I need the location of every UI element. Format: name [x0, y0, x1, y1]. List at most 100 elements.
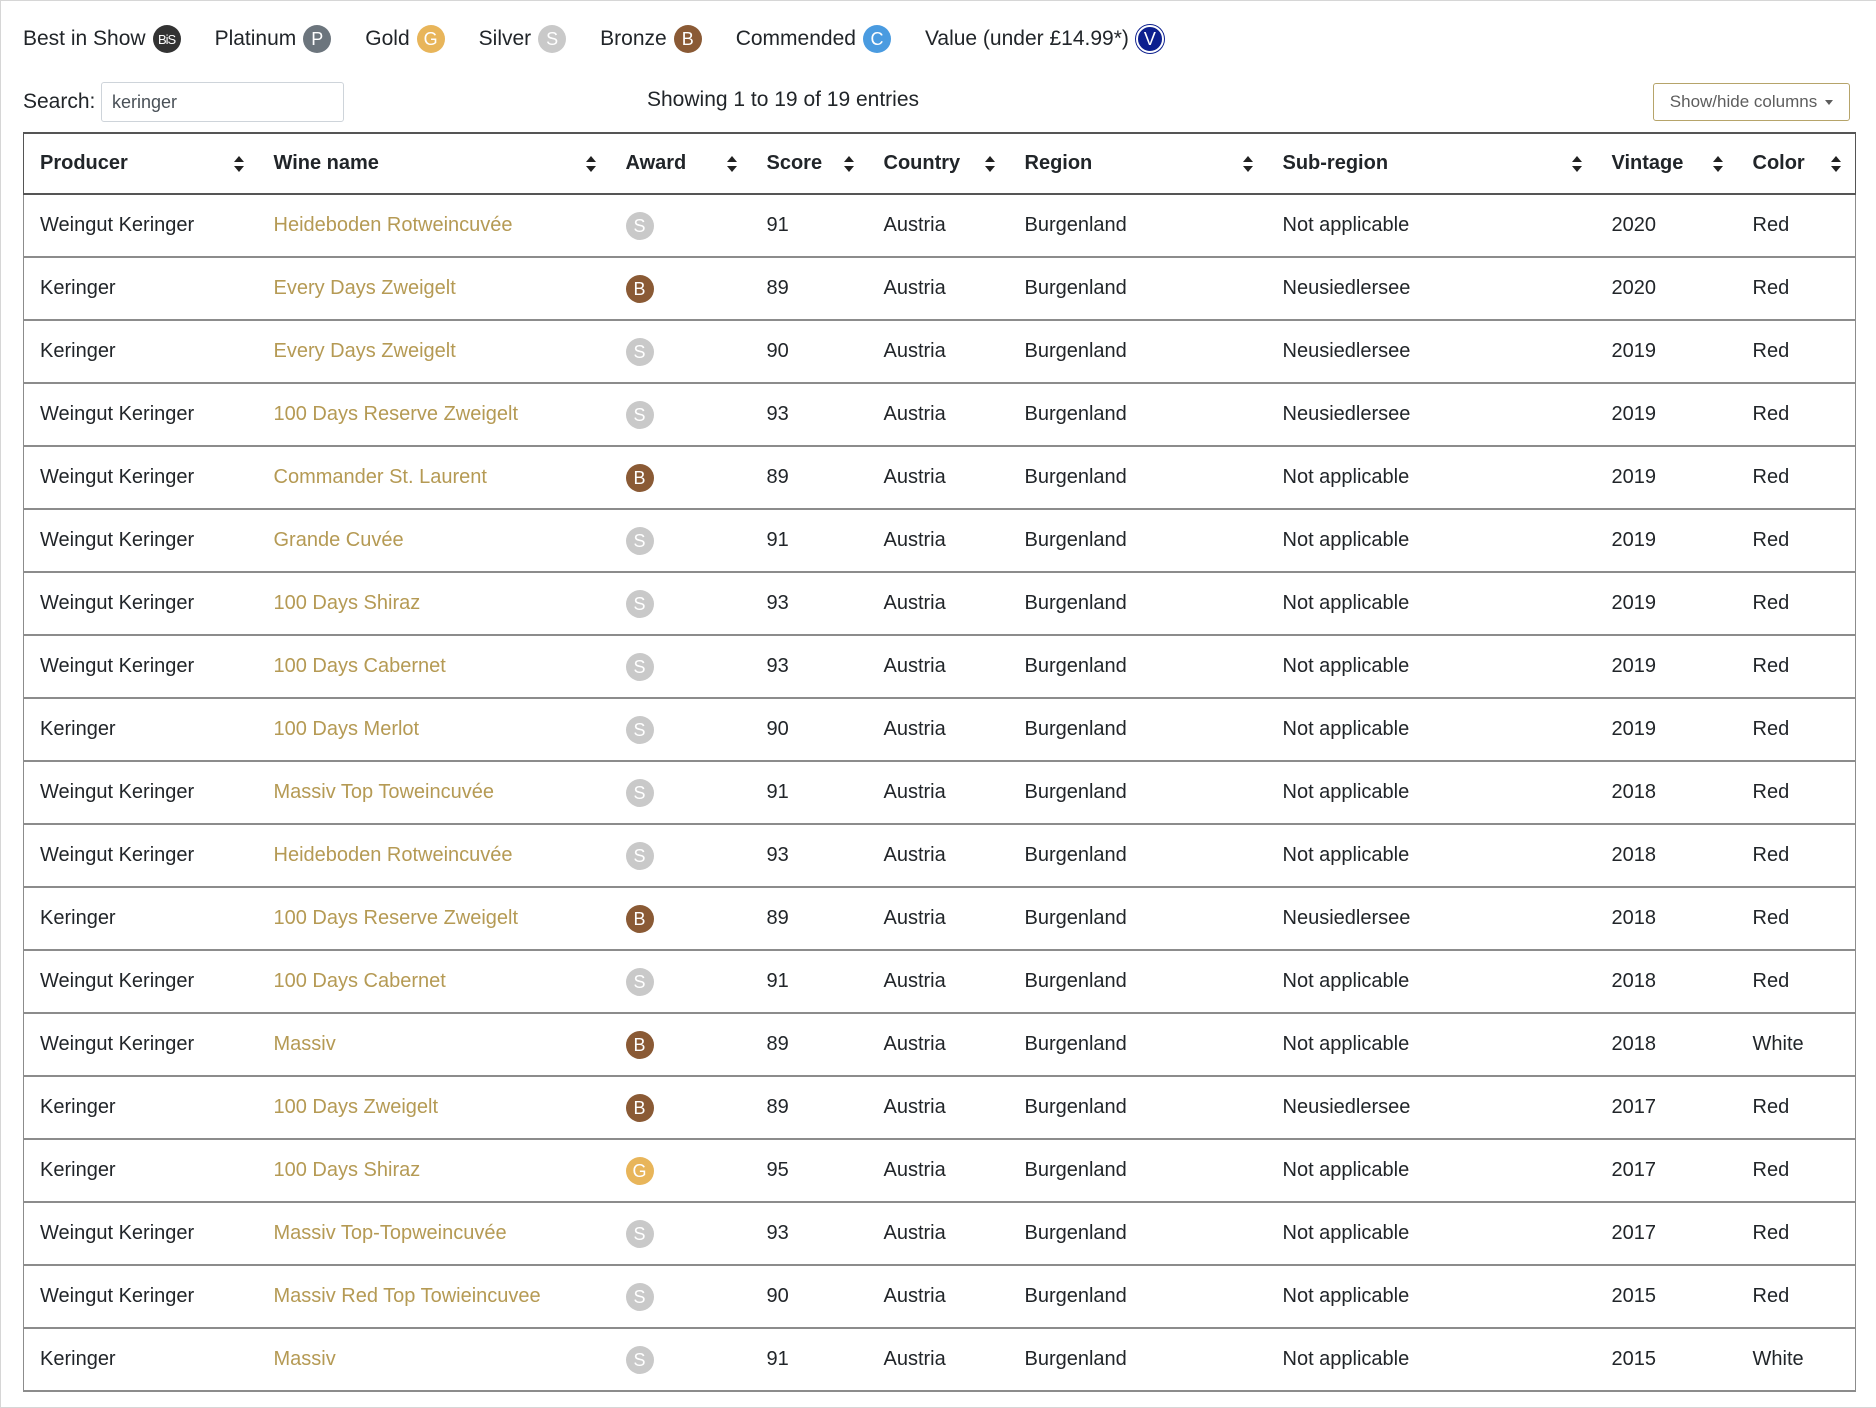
cell-region: Burgenland — [1008, 1202, 1267, 1266]
page-frame: Best in Show BiS Platinum P Gold G Silver S Bron… — [0, 0, 1876, 1408]
cell-subregion: Neusiedlersee — [1266, 320, 1596, 384]
award-badge-icon: B — [625, 1030, 654, 1059]
cell-producer: Keringer — [23, 698, 258, 762]
sort-icon[interactable] — [1831, 155, 1841, 172]
sort-icon[interactable] — [1571, 155, 1582, 172]
cell-score: 93 — [750, 1202, 868, 1266]
column-header[interactable]: Wine name — [257, 132, 610, 195]
cell-score: 89 — [750, 1013, 868, 1077]
wine-name-link[interactable]: Heideboden Rotweincuvée — [274, 214, 513, 236]
cell-region: Burgenland — [1008, 383, 1267, 447]
cell-producer: Weingut Keringer — [23, 635, 258, 699]
cell-wine: 100 Days Merlot — [257, 698, 610, 762]
cell-subregion: Not applicable — [1266, 1265, 1596, 1329]
cell-subregion: Not applicable — [1266, 761, 1596, 825]
wine-results-table: Producer Wine name Award Score Country Region… — [23, 132, 1856, 1392]
cell-color: Red — [1736, 509, 1856, 573]
cell-subregion: Neusiedlersee — [1266, 383, 1596, 447]
sort-icon[interactable] — [843, 155, 854, 172]
wine-name-link[interactable]: Massiv Top-Topweincuvée — [274, 1222, 507, 1244]
column-header[interactable]: Region — [1008, 132, 1267, 195]
wine-name-link[interactable]: Grande Cuvée — [274, 529, 404, 551]
cell-award: G — [609, 1139, 751, 1203]
cell-country: Austria — [867, 1265, 1009, 1329]
column-header[interactable]: Producer — [23, 132, 258, 195]
column-header[interactable]: Score — [750, 132, 868, 195]
cell-color: Red — [1736, 1202, 1856, 1266]
wine-name-link[interactable]: 100 Days Merlot — [274, 718, 420, 740]
table-row: Weingut Keringer Massiv Top Toweincuvée S 9… — [23, 761, 1856, 825]
wine-name-link[interactable]: 100 Days Reserve Zweigelt — [274, 907, 519, 929]
cell-wine: 100 Days Reserve Zweigelt — [257, 383, 610, 447]
cell-score: 91 — [750, 509, 868, 573]
wine-name-link[interactable]: Heideboden Rotweincuvée — [274, 844, 513, 866]
wine-name-link[interactable]: Every Days Zweigelt — [274, 277, 456, 299]
cell-subregion: Not applicable — [1266, 194, 1596, 258]
wine-name-link[interactable]: 100 Days Cabernet — [274, 655, 446, 677]
column-header[interactable]: Sub-region — [1266, 132, 1596, 195]
cell-region: Burgenland — [1008, 194, 1267, 258]
column-header-label: Vintage — [1611, 152, 1684, 174]
show-hide-columns-button[interactable]: Show/hide columns — [1653, 83, 1850, 121]
wine-name-link[interactable]: Every Days Zweigelt — [274, 340, 456, 362]
sort-icon[interactable] — [233, 155, 244, 172]
table-row: Weingut Keringer Massiv Red Top Towieincu… — [23, 1265, 1856, 1329]
wine-name-link[interactable]: Massiv Top Toweincuvée — [274, 781, 495, 803]
wine-name-link[interactable]: 100 Days Reserve Zweigelt — [274, 403, 519, 425]
cell-color: Red — [1736, 383, 1856, 447]
cell-subregion: Neusiedlersee — [1266, 257, 1596, 321]
wine-name-link[interactable]: 100 Days Zweigelt — [274, 1096, 439, 1118]
cell-color: White — [1736, 1328, 1856, 1392]
cell-producer: Weingut Keringer — [23, 194, 258, 258]
cell-producer: Weingut Keringer — [23, 1202, 258, 1266]
wine-name-link[interactable]: 100 Days Shiraz — [274, 592, 421, 614]
cell-region: Burgenland — [1008, 824, 1267, 888]
cell-vintage: 2018 — [1595, 761, 1737, 825]
search-input[interactable] — [101, 82, 344, 122]
cell-score: 93 — [750, 383, 868, 447]
sort-icon[interactable] — [726, 155, 737, 172]
column-header[interactable]: Vintage — [1595, 132, 1737, 195]
table-row: Weingut Keringer 100 Days Shiraz S 93 Austri… — [23, 572, 1856, 636]
cell-vintage: 2017 — [1595, 1076, 1737, 1140]
column-header[interactable]: Country — [867, 132, 1009, 195]
table-row: Weingut Keringer Grande Cuvée S 91 Austria Bu… — [23, 509, 1856, 573]
cell-color: Red — [1736, 446, 1856, 510]
cell-wine: 100 Days Cabernet — [257, 950, 610, 1014]
award-badge-icon: S — [625, 1219, 654, 1248]
wine-name-link[interactable]: Massiv — [274, 1348, 336, 1370]
wine-name-link[interactable]: Massiv — [274, 1033, 336, 1055]
cell-award: S — [609, 509, 751, 573]
wine-name-link[interactable]: Massiv Red Top Towieincuvee — [274, 1285, 541, 1307]
cell-country: Austria — [867, 1328, 1009, 1392]
column-header-label: Color — [1752, 152, 1805, 174]
cell-wine: 100 Days Shiraz — [257, 572, 610, 636]
sort-icon[interactable] — [1242, 155, 1253, 172]
cell-score: 90 — [750, 698, 868, 762]
show-hide-columns-label: Show/hide columns — [1669, 92, 1818, 111]
column-header[interactable]: Award — [609, 132, 751, 195]
wine-name-link[interactable]: 100 Days Shiraz — [274, 1159, 421, 1181]
sort-icon[interactable] — [984, 155, 995, 172]
cell-color: Red — [1736, 698, 1856, 762]
cell-subregion: Not applicable — [1266, 1202, 1596, 1266]
award-badge-icon: S — [625, 652, 654, 681]
award-legend: Best in Show BiS Platinum P Gold G Silver S Bron… — [23, 25, 1198, 53]
sort-icon[interactable] — [1712, 155, 1723, 172]
cell-producer: Weingut Keringer — [23, 950, 258, 1014]
cell-color: Red — [1736, 257, 1856, 321]
cell-country: Austria — [867, 383, 1009, 447]
cell-producer: Keringer — [23, 257, 258, 321]
legend-label: Platinum — [214, 27, 297, 50]
cell-vintage: 2019 — [1595, 572, 1737, 636]
wine-name-link[interactable]: Commander St. Laurent — [274, 466, 487, 488]
cell-score: 89 — [750, 1076, 868, 1140]
award-badge-icon: S — [538, 25, 567, 53]
column-header[interactable]: Color — [1736, 132, 1856, 195]
wine-name-link[interactable]: 100 Days Cabernet — [274, 970, 446, 992]
column-header-label: Producer — [40, 152, 128, 174]
table-row: Keringer 100 Days Merlot S 90 Austria Burgenl… — [23, 698, 1856, 762]
sort-icon[interactable] — [585, 155, 596, 172]
cell-region: Burgenland — [1008, 1328, 1267, 1392]
table-row: Keringer Every Days Zweigelt B 89 Austria Bur… — [23, 257, 1856, 321]
